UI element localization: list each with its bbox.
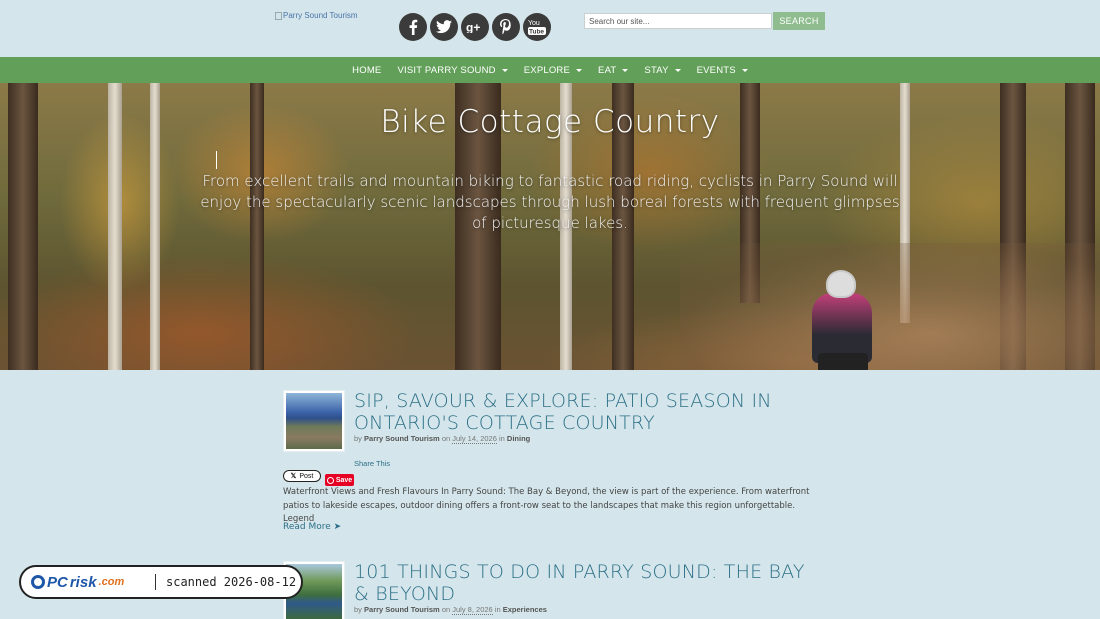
post-author[interactable]: Parry Sound Tourism <box>364 434 440 443</box>
broken-image-icon <box>275 11 282 20</box>
caret-down-icon <box>674 68 681 72</box>
cyclist-legs <box>818 353 868 370</box>
meta-on: on <box>441 605 451 614</box>
post-title[interactable]: 101 THINGS TO DO IN PARRY SOUND: THE BAY… <box>354 561 814 605</box>
pin-save-label: Save <box>335 476 353 484</box>
twitter-icon[interactable] <box>430 13 458 41</box>
meta-on: on <box>441 434 451 443</box>
meta-by: by <box>354 605 362 614</box>
post-category[interactable]: Experiences <box>503 605 547 614</box>
search-button[interactable]: SEARCH <box>773 12 825 30</box>
post-card: 101 THINGS TO DO IN PARRY SOUND: THE BAY… <box>283 561 823 619</box>
text-cursor <box>216 151 217 169</box>
post-date: July 8, 2026 <box>452 605 493 615</box>
hero-subtitle: From excellent trails and mountain bikin… <box>200 172 900 232</box>
divider <box>155 574 156 590</box>
nav-label: HOME <box>352 64 382 76</box>
post-author[interactable]: Parry Sound Tourism <box>364 605 440 614</box>
svg-text:Tube: Tube <box>529 29 544 36</box>
pcrisk-watermark: PC risk .com scanned 2026-08-12 <box>19 565 303 599</box>
pcrisk-brand-risk: risk <box>69 573 97 591</box>
pcrisk-brand-com: .com <box>98 576 125 588</box>
pcrisk-brand-pc: PC <box>47 573 68 591</box>
post-thumbnail[interactable] <box>283 390 345 452</box>
logo-alt-text: Parry Sound Tourism <box>283 11 358 20</box>
x-post-label: Post <box>299 472 314 480</box>
magnifier-icon <box>31 575 45 589</box>
x-logo-icon: 𝕏 <box>290 473 297 480</box>
post-title[interactable]: SIP, SAVOUR & EXPLORE: PATIO SEASON IN O… <box>354 390 814 434</box>
google-plus-icon[interactable]: g+ <box>461 13 489 41</box>
caret-down-icon <box>622 68 629 72</box>
main-nav: HOME VISIT PARRY SOUND EXPLORE EAT STAY … <box>0 57 1100 83</box>
site-header: Parry Sound Tourism g+ You Tube SEARCH <box>0 0 1100 57</box>
post-date: July 14, 2026 <box>452 434 497 444</box>
x-post-button[interactable]: 𝕏 Post <box>283 470 321 482</box>
nav-item-explore[interactable]: EXPLORE <box>516 65 590 76</box>
pcrisk-logo: PC risk .com <box>31 574 151 591</box>
nav-item-home[interactable]: HOME <box>344 65 389 76</box>
pinterest-icon[interactable] <box>492 13 520 41</box>
post-card: SIP, SAVOUR & EXPLORE: PATIO SEASON IN O… <box>283 390 823 540</box>
post-category[interactable]: Dining <box>507 434 530 443</box>
meta-by: by <box>354 434 362 443</box>
svg-text:You: You <box>528 20 540 27</box>
nav-item-stay[interactable]: STAY <box>636 65 688 76</box>
site-logo[interactable]: Parry Sound Tourism <box>275 11 358 20</box>
patio-photo <box>286 393 342 449</box>
caret-down-icon <box>501 68 508 72</box>
nav-label: EXPLORE <box>523 64 571 76</box>
cyclist-helmet <box>826 270 856 298</box>
social-links: g+ You Tube <box>399 13 551 41</box>
facebook-icon[interactable] <box>399 13 427 41</box>
nav-item-eat[interactable]: EAT <box>590 65 636 76</box>
youtube-icon[interactable]: You Tube <box>523 13 551 41</box>
pinterest-save-button[interactable]: Save <box>325 474 354 486</box>
nav-item-events[interactable]: EVENTS <box>689 65 756 76</box>
caret-down-icon <box>576 68 583 72</box>
post-excerpt: Waterfront Views and Fresh Flavours In P… <box>283 487 810 524</box>
meta-in: in <box>494 605 501 614</box>
pinterest-icon <box>326 476 334 484</box>
share-this-link[interactable]: Share This <box>354 459 390 468</box>
nav-label: VISIT PARRY SOUND <box>397 64 496 76</box>
svg-text:g+: g+ <box>466 21 480 33</box>
meta-in: in <box>498 434 505 443</box>
read-more-link[interactable]: Read More ➤ <box>283 522 341 532</box>
caret-down-icon <box>741 68 748 72</box>
nav-label: STAY <box>644 64 669 76</box>
search-input[interactable] <box>584 13 772 29</box>
nav-label: EVENTS <box>696 64 736 76</box>
post-meta: by Parry Sound Tourism on July 8, 2026 i… <box>354 605 547 615</box>
scan-date-text: scanned 2026-08-12 <box>166 575 297 589</box>
nav-item-visit-parry-sound[interactable]: VISIT PARRY SOUND <box>389 65 515 76</box>
hero-title: Bike Cottage Country <box>380 104 720 140</box>
forest-trail <box>680 243 1100 370</box>
nav-label: EAT <box>598 64 617 76</box>
post-meta: by Parry Sound Tourism on July 14, 2026 … <box>354 434 530 444</box>
